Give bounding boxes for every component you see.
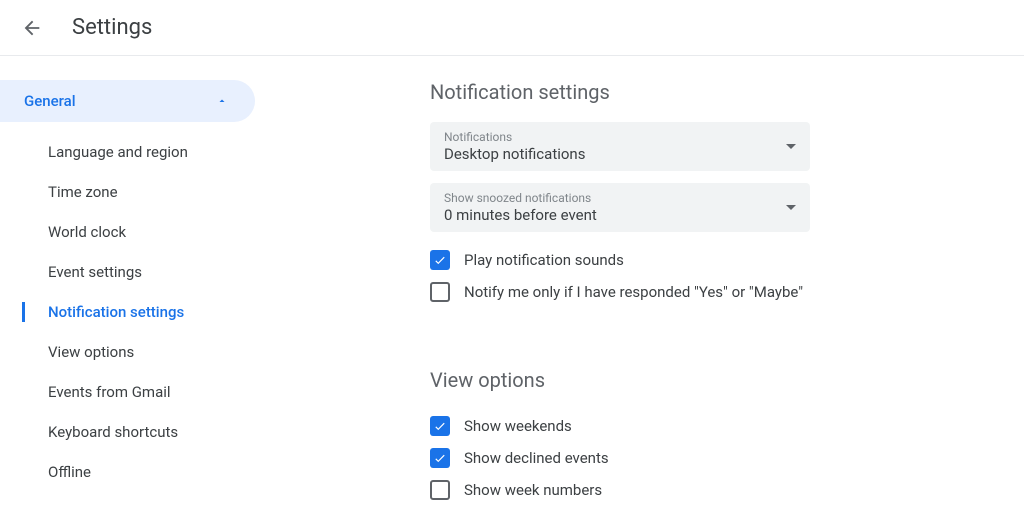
- sidebar-list: Language and region Time zone World cloc…: [0, 132, 300, 492]
- caret-down-icon: [786, 203, 796, 213]
- back-arrow-icon[interactable]: [20, 16, 44, 40]
- sidebar-item-label: Time zone: [48, 183, 118, 201]
- dropdown-label: Show snoozed notifications: [444, 191, 597, 205]
- chevron-up-icon: [213, 92, 231, 110]
- check-row-playsounds: Play notification sounds: [430, 244, 1024, 276]
- sidebar-item-label: Notification settings: [48, 303, 184, 321]
- sidebar-item-label: View options: [48, 343, 134, 361]
- caret-down-icon: [786, 142, 796, 152]
- check-row-showdeclined: Show declined events: [430, 442, 1024, 474]
- sidebar-category-general[interactable]: General: [0, 80, 255, 122]
- sidebar-item-label: World clock: [48, 223, 126, 241]
- dropdown-notifications[interactable]: Notifications Desktop notifications: [430, 122, 810, 171]
- dropdown-value: 0 minutes before event: [444, 206, 597, 224]
- checkbox-playsounds[interactable]: [430, 250, 450, 270]
- checkbox-label: Show week numbers: [464, 481, 602, 499]
- checkbox-label: Show weekends: [464, 417, 572, 435]
- content: Notification settings Notifications Desk…: [300, 80, 1024, 506]
- body: General Language and region Time zone Wo…: [0, 56, 1024, 506]
- sidebar-item-timezone[interactable]: Time zone: [0, 172, 300, 212]
- sidebar-item-label: Keyboard shortcuts: [48, 423, 178, 441]
- sidebar-item-offline[interactable]: Offline: [0, 452, 300, 492]
- check-row-notifyresponded: Notify me only if I have responded "Yes"…: [430, 276, 1024, 308]
- check-row-showweekends: Show weekends: [430, 410, 1024, 442]
- sidebar-category-label: General: [24, 92, 76, 110]
- sidebar-item-viewoptions[interactable]: View options: [0, 332, 300, 372]
- sidebar-item-eventsgmail[interactable]: Events from Gmail: [0, 372, 300, 412]
- sidebar: General Language and region Time zone Wo…: [0, 80, 300, 506]
- checkbox-showweeknumbers[interactable]: [430, 480, 450, 500]
- checkbox-showweekends[interactable]: [430, 416, 450, 436]
- checkbox-notifyresponded[interactable]: [430, 282, 450, 302]
- sidebar-item-notifications[interactable]: Notification settings: [0, 292, 300, 332]
- section-title-notifications: Notification settings: [430, 80, 1024, 104]
- sidebar-item-eventsettings[interactable]: Event settings: [0, 252, 300, 292]
- checkbox-showdeclined[interactable]: [430, 448, 450, 468]
- sidebar-item-label: Offline: [48, 463, 91, 481]
- sidebar-item-language[interactable]: Language and region: [0, 132, 300, 172]
- section-title-view: View options: [430, 368, 1024, 392]
- sidebar-item-label: Event settings: [48, 263, 142, 281]
- check-row-showweeknumbers: Show week numbers: [430, 474, 1024, 506]
- checkbox-label: Notify me only if I have responded "Yes"…: [464, 283, 803, 301]
- checkbox-label: Play notification sounds: [464, 251, 624, 269]
- checkbox-label: Show declined events: [464, 449, 609, 467]
- section-view-options: View options Show weekends Show declined…: [430, 368, 1024, 506]
- page-title: Settings: [72, 15, 152, 40]
- sidebar-item-keyboardshortcuts[interactable]: Keyboard shortcuts: [0, 412, 300, 452]
- sidebar-item-label: Events from Gmail: [48, 383, 171, 401]
- dropdown-snoozed[interactable]: Show snoozed notifications 0 minutes bef…: [430, 183, 810, 232]
- sidebar-item-label: Language and region: [48, 143, 188, 161]
- dropdown-label: Notifications: [444, 130, 585, 144]
- dropdown-value: Desktop notifications: [444, 145, 585, 163]
- sidebar-item-worldclock[interactable]: World clock: [0, 212, 300, 252]
- header: Settings: [0, 0, 1024, 56]
